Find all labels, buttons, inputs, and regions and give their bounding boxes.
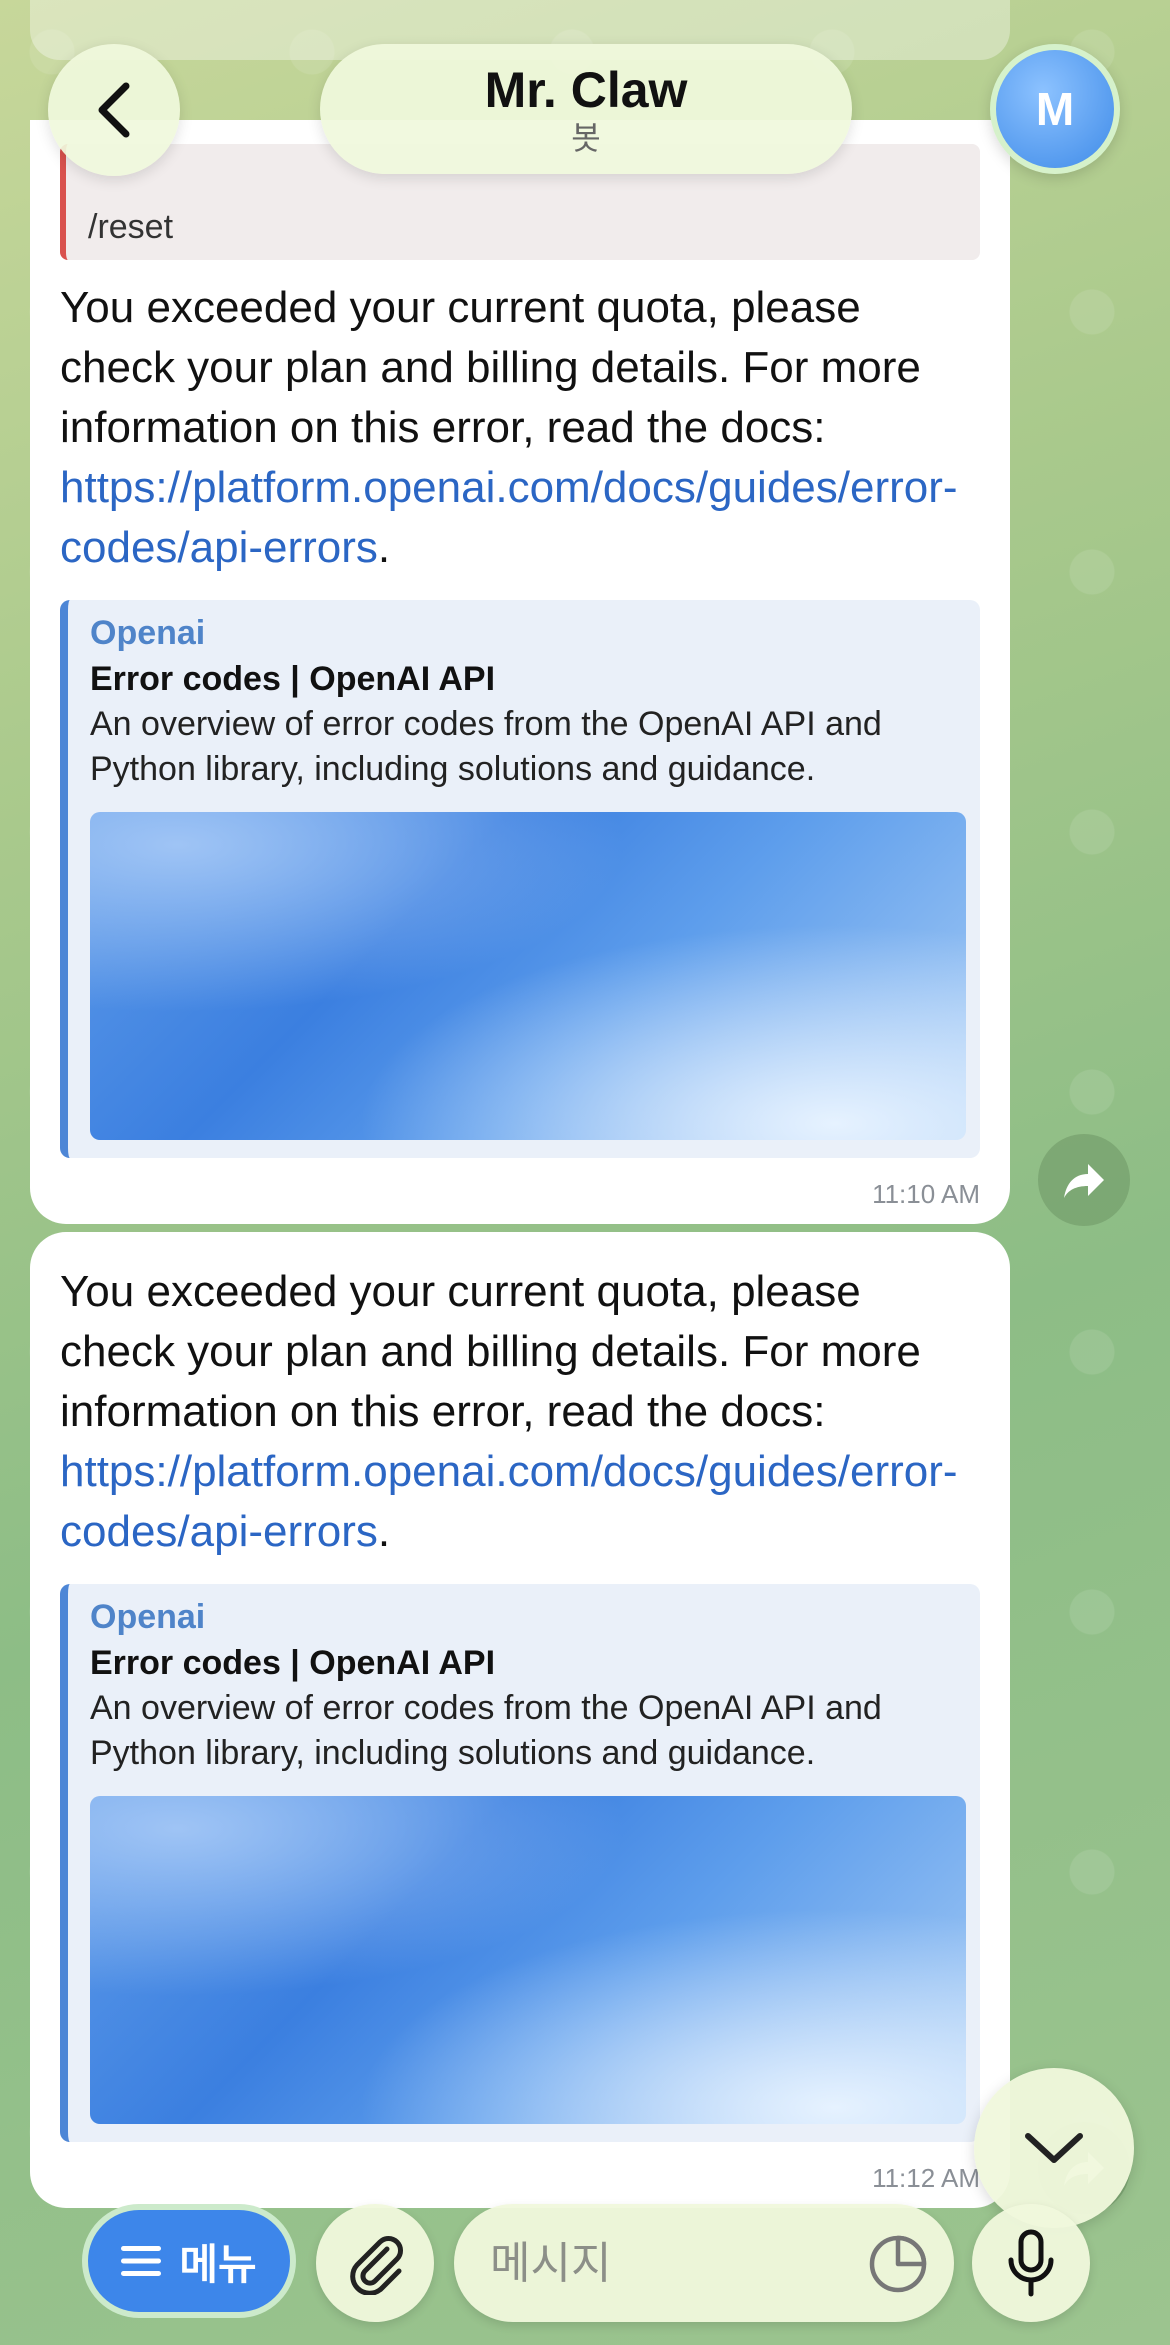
menu-icon [121,2246,162,2276]
docs-link[interactable]: https://platform.openai.com/docs/guides/… [60,1447,958,1556]
preview-description: An overview of error codes from the Open… [90,705,882,788]
link-preview[interactable]: Openai Error codes | OpenAI API An overv… [60,600,980,1158]
preview-image[interactable] [90,812,966,1140]
chat-subtitle: 봇 [571,120,601,156]
chat-name: Mr. Claw [484,62,688,118]
link-preview[interactable]: Openai Error codes | OpenAI API An overv… [60,1584,980,2142]
microphone-icon [1008,2229,1054,2297]
avatar[interactable]: M [990,44,1120,174]
chevron-down-icon [1025,2133,1083,2163]
message-input[interactable] [490,2228,830,2298]
message-input-container[interactable] [454,2204,954,2322]
message-time: 11:10 AM [872,1179,980,1209]
chevron-left-icon [98,82,130,138]
message-text: You exceeded your current quota, please … [60,283,958,572]
preview-site-name: Openai [90,614,206,652]
sticker-icon[interactable] [868,2234,928,2294]
quoted-text: /reset [88,208,174,246]
preview-site-name: Openai [90,1598,206,1636]
message-bubble[interactable]: You exceeded your current quota, please … [30,1232,1010,2208]
message-time: 11:12 AM [872,2163,980,2193]
share-button[interactable] [1038,1134,1130,1226]
attach-button[interactable] [316,2204,434,2322]
voice-message-button[interactable] [972,2204,1090,2322]
paperclip-icon [350,2236,403,2295]
back-button[interactable] [48,44,180,176]
docs-link[interactable]: https://platform.openai.com/docs/guides/… [60,463,958,572]
preview-title: Error codes | OpenAI API [90,660,496,698]
scroll-to-bottom-button[interactable] [974,2068,1134,2228]
message-bubble[interactable]: /reset You exceeded your current quota, … [30,120,1010,1224]
forward-icon [1064,1164,1104,1198]
chat-title[interactable]: Mr. Claw 봇 [320,44,852,174]
message-text: You exceeded your current quota, please … [60,1267,958,1556]
menu-label: 메뉴 [179,2240,257,2288]
preview-image[interactable] [90,1796,966,2124]
preview-title: Error codes | OpenAI API [90,1644,496,1682]
preview-description: An overview of error codes from the Open… [90,1689,882,1772]
bot-menu-button[interactable]: 메뉴 [82,2204,296,2318]
